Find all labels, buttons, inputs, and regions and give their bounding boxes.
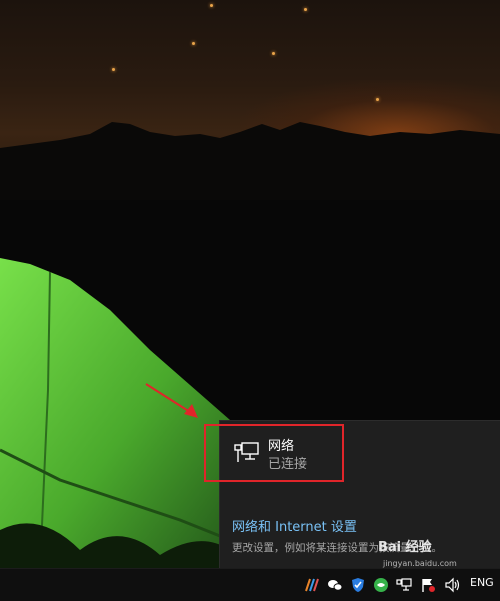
wechat-icon[interactable] — [327, 577, 343, 593]
input-language-indicator[interactable]: ENG — [470, 575, 494, 591]
shield-icon[interactable] — [350, 577, 366, 593]
green-app-icon[interactable] — [373, 577, 389, 593]
star — [304, 8, 307, 11]
annotation-arrow — [145, 383, 198, 418]
network-name: 网络 — [268, 439, 295, 454]
taskbar — [0, 568, 500, 601]
network-item-text: 网络 已连接 — [204, 424, 344, 482]
star — [272, 52, 275, 55]
star — [112, 68, 115, 71]
network-settings-link[interactable]: 网络和 Internet 设置 — [232, 520, 357, 536]
star — [210, 4, 213, 7]
baidu-jingyan-logo: Bai 经验 — [378, 540, 432, 555]
star — [376, 98, 379, 101]
green-tent — [0, 258, 231, 568]
volume-icon[interactable] — [444, 577, 460, 593]
star — [192, 42, 195, 45]
network-icon[interactable] — [396, 577, 412, 593]
mountain-silhouette — [0, 122, 500, 200]
color-app-icon[interactable] — [304, 577, 320, 593]
flag-icon[interactable] — [420, 577, 436, 593]
network-status: 已连接 — [268, 457, 308, 472]
